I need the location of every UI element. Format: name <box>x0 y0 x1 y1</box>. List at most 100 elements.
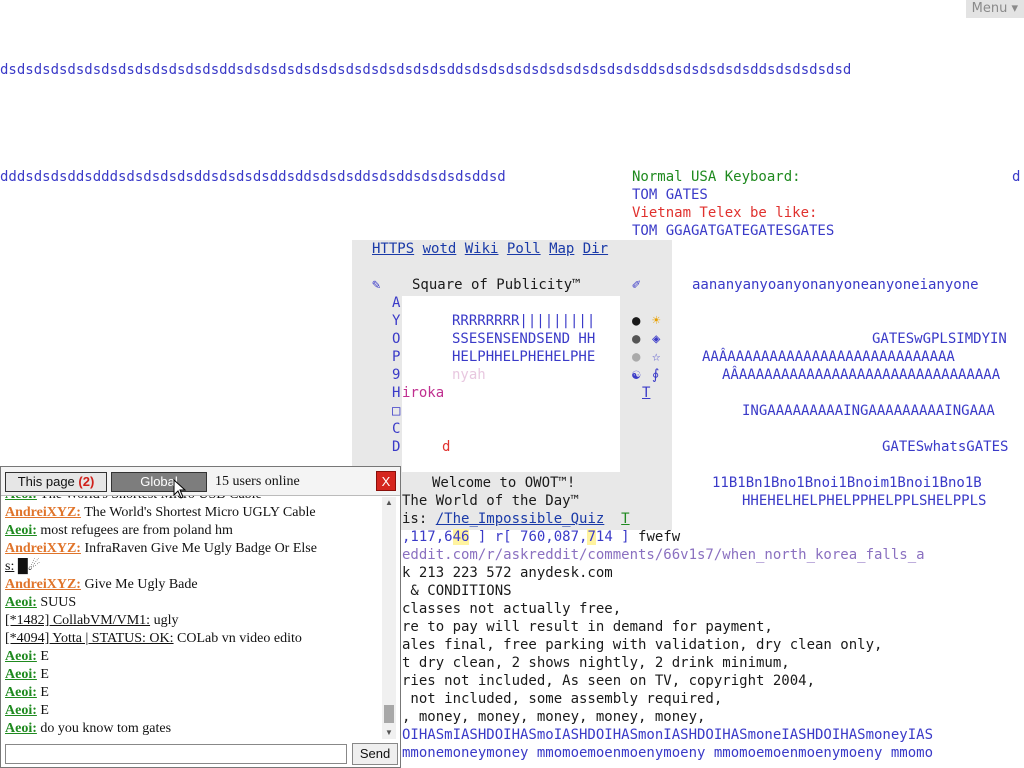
scroll-thumb[interactable] <box>384 705 394 723</box>
side-link[interactable]: T <box>642 384 650 402</box>
yinyang-icon[interactable]: ☯ <box>632 366 640 384</box>
wotd-link[interactable]: /The_Impossible_Quiz <box>436 511 605 527</box>
terms-line: not included, some assembly required, <box>402 691 723 707</box>
chat-username[interactable]: Aeoi: <box>5 721 37 736</box>
chat-message-text: E <box>40 685 49 700</box>
chat-scrollbar[interactable]: ▲ ▼ <box>382 497 396 739</box>
box-text-line: SSESENSENDSEND HH <box>452 331 596 347</box>
chat-username[interactable]: AndreiXYZ: <box>5 577 81 592</box>
keyboard-telex-value: TOM GGAGATGATEGATESGATES <box>632 223 835 239</box>
link-map[interactable]: Map <box>549 241 574 257</box>
terms-line: t dry clean, 2 shows nightly, 2 drink mi… <box>402 655 790 671</box>
chat-message-text: InfraRaven Give Me Ugly Badge Or Else <box>84 541 317 556</box>
canvas-text-line: aananyanyoanyonanyoneanyoneianyone <box>692 277 979 293</box>
sun-icon[interactable]: ☀ <box>652 312 660 330</box>
unread-count-badge: (2) <box>78 474 95 489</box>
terms-line: , money, money, money, money, money, <box>402 709 706 725</box>
chat-message: AndreiXYZ: InfraRaven Give Me Ugly Badge… <box>5 540 379 558</box>
chat-username[interactable]: Aeoi: <box>5 496 37 502</box>
chat-username[interactable]: Aeoi: <box>5 595 37 610</box>
side-link[interactable]: □ <box>392 402 400 420</box>
canvas-text-char: d <box>1012 169 1021 185</box>
terms-line: classes not actually free, <box>402 601 622 617</box>
terms-line: & CONDITIONS <box>402 583 512 599</box>
link-wiki[interactable]: Wiki <box>465 241 499 257</box>
menu-button[interactable]: Menu ▾ <box>965 0 1024 18</box>
chat-message: Aeoi: E <box>5 648 379 666</box>
chat-username[interactable]: [*4094] Yotta | STATUS: OK: <box>5 631 174 646</box>
canvas-text-line: OIHASmIASHDOIHASmoIASHDOIHASmonIASHDOIHA… <box>402 727 934 743</box>
chat-username[interactable]: Aeoi: <box>5 703 37 718</box>
chat-username[interactable]: AndreiXYZ: <box>5 541 81 556</box>
canvas-text-line: AAÂAAAAAAAAAAAAAAAAAAAAAAAAAAA <box>702 349 955 365</box>
link-wotd[interactable]: wotd <box>423 241 457 257</box>
chat-input[interactable] <box>5 744 347 764</box>
canvas-text-line: HHEHELHELPHELPPHELPPLSHELPPLS <box>742 493 987 509</box>
circle-icon[interactable]: ● <box>632 348 640 366</box>
terms-line: re to pay will result in demand for paym… <box>402 619 773 635</box>
chat-message: Aeoi: most refugees are from poland hm <box>5 522 379 540</box>
chat-message-text: E <box>40 703 49 718</box>
canvas-text-line: GATESwGPLSIMDYIN <box>872 331 1007 347</box>
side-link[interactable]: C <box>392 420 400 438</box>
chat-window: This page (2) Global 15 users online X A… <box>0 466 401 768</box>
chat-message: AndreiXYZ: The World's Shortest Micro UG… <box>5 504 379 522</box>
chat-message: Aeoi: do you know tom gates <box>5 720 379 738</box>
chat-message-text: E <box>40 649 49 664</box>
chat-username[interactable]: Aeoi: <box>5 667 37 682</box>
canvas-text-line: dddsdsdsddsdddsdsdsdsdsddsdsdsdsddsddsds… <box>0 169 506 185</box>
close-chat-button[interactable]: X <box>376 471 396 491</box>
chat-header: This page (2) Global 15 users online X <box>1 467 400 499</box>
scroll-up-arrow-icon[interactable]: ▲ <box>382 497 396 509</box>
circle-icon[interactable]: ● <box>632 330 640 348</box>
brush-icon: ✐ <box>632 277 641 293</box>
chat-message-text: most refugees are from poland hm <box>40 523 233 538</box>
terms-line: ries not included, As seen on TV, copyri… <box>402 673 816 689</box>
users-online-count: 15 users online <box>215 474 300 489</box>
send-button[interactable]: Send <box>352 743 398 765</box>
world-of-day: The World of the Day™ <box>402 493 580 509</box>
side-link[interactable]: Y <box>392 312 400 330</box>
chat-message-text: do you know tom gates <box>40 721 172 736</box>
link-https[interactable]: HTTPS <box>372 241 414 257</box>
chat-username[interactable]: AndreiXYZ: <box>5 505 81 520</box>
pencil-icon: ✎ <box>372 277 381 293</box>
side-link[interactable]: O <box>392 330 400 348</box>
chat-message-text: █☄ <box>17 559 41 574</box>
side-link[interactable]: P <box>392 348 400 366</box>
chat-message: Aeoi: SUUS <box>5 594 379 612</box>
star-icon[interactable]: ☆ <box>652 348 660 366</box>
chat-username[interactable]: Aeoi: <box>5 523 37 538</box>
chat-username[interactable]: Aeoi: <box>5 649 37 664</box>
diamond-icon[interactable]: ◈ <box>652 330 660 348</box>
tab-this-page[interactable]: This page (2) <box>5 472 107 492</box>
reddit-link[interactable]: eddit.com/r/askreddit/comments/66v1s7/wh… <box>402 546 925 564</box>
canvas-text-line: AÂAAAAAAAAAAAAAAAAAAAAAAAAAAAAAAA <box>722 367 1001 383</box>
side-link[interactable]: T <box>621 511 629 527</box>
nav-links: HTTPS wotd Wiki Poll Map Dir <box>372 240 608 258</box>
wotd-line: is: /The_Impossible_Quiz T <box>402 511 630 527</box>
canvas-text-line: mmonemoneymoney mmomoemoenmoenymoeny mmo… <box>402 745 934 761</box>
chat-username[interactable]: [*1482] CollabVM/VM1: <box>5 613 150 628</box>
canvas-text-line: GATESwhatsGATES <box>882 439 1009 455</box>
chat-message-text: SUUS <box>40 595 77 610</box>
link-poll[interactable]: Poll <box>507 241 541 257</box>
side-link[interactable]: A <box>392 294 400 312</box>
chat-message: Aeoi: E <box>5 702 379 720</box>
canvas-text-line: INGAAAAAAAAAINGAAAAAAAAAINGAAA <box>742 403 995 419</box>
chat-username[interactable]: s: <box>5 559 14 574</box>
chat-username[interactable]: Aeoi: <box>5 685 37 700</box>
welcome-text: Welcome to OWOT™! <box>432 475 576 491</box>
side-link[interactable]: 9 <box>392 366 400 384</box>
tab-global[interactable]: Global <box>111 472 207 492</box>
circle-icon[interactable]: ● <box>632 312 640 330</box>
chat-message: Aeoi: E <box>5 666 379 684</box>
chat-message: AndreiXYZ: Give Me Ugly Bade <box>5 576 379 594</box>
integral-icon[interactable]: ∮ <box>652 366 659 384</box>
link-dir[interactable]: Dir <box>583 241 608 257</box>
side-link[interactable]: H <box>392 384 400 402</box>
chat-message-text: COLab vn video edito <box>177 631 302 646</box>
chat-message: s: █☄ <box>5 558 379 576</box>
scroll-down-arrow-icon[interactable]: ▼ <box>382 727 396 739</box>
side-link[interactable]: D <box>392 438 400 456</box>
